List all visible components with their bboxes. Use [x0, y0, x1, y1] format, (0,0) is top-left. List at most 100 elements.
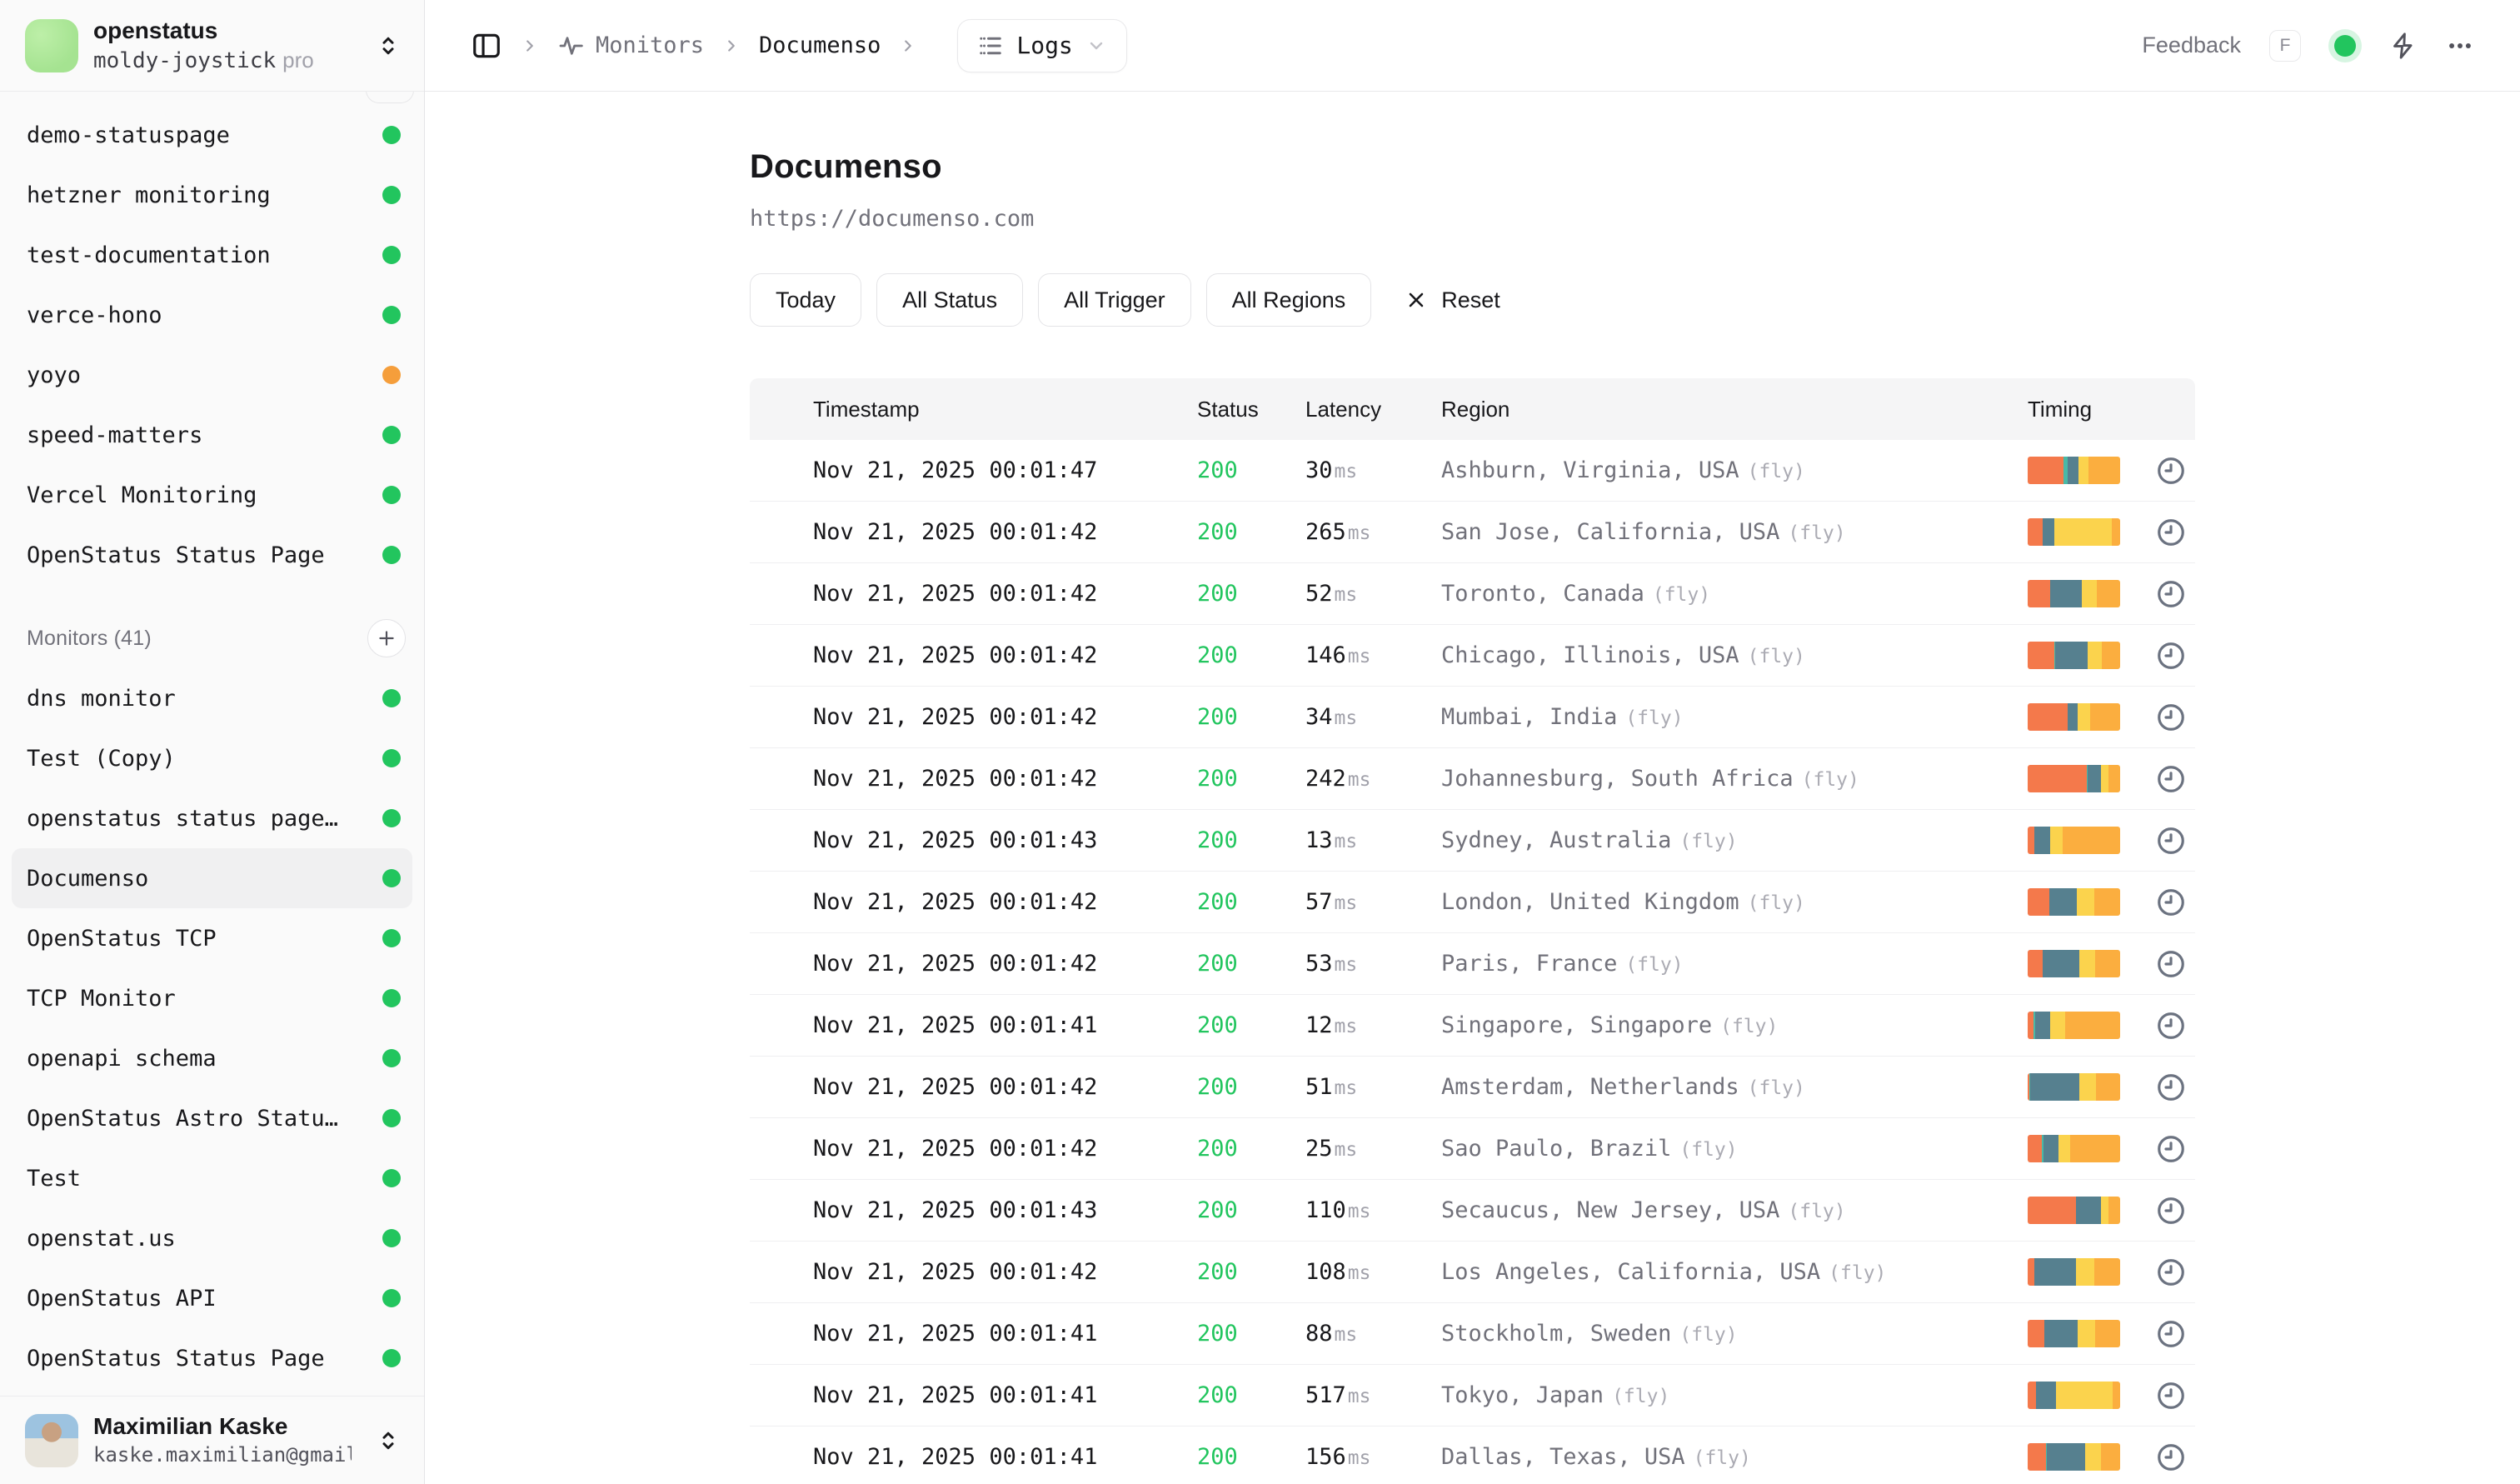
chevron-right-icon	[899, 37, 917, 55]
sidebar-item-monitor[interactable]: OpenStatus TCP	[12, 908, 412, 968]
latency-cell: 242ms	[1305, 766, 1441, 792]
sidebar-item-monitor[interactable]: openapi schema	[12, 1028, 412, 1088]
panel-left-icon	[471, 30, 502, 62]
sidebar-item-status-page[interactable]: Vercel Monitoring	[12, 465, 412, 525]
clock-icon[interactable]	[2120, 1442, 2195, 1473]
status-dot	[382, 186, 401, 204]
table-row[interactable]: Nov 21, 2025 00:01:42 200 53ms Paris, Fr…	[750, 933, 2195, 995]
breadcrumb-monitors[interactable]: Monitors	[596, 32, 704, 58]
clock-icon[interactable]	[2120, 887, 2195, 918]
region-cell: London, United Kingdom(fly)	[1441, 889, 2028, 915]
status-dot	[382, 366, 401, 384]
clock-icon[interactable]	[2120, 1318, 2195, 1350]
status-dot	[382, 809, 401, 827]
clock-icon[interactable]	[2120, 825, 2195, 857]
sidebar-item-monitor[interactable]: OpenStatus Status Page	[12, 1328, 412, 1388]
sidebar-item-monitor[interactable]: OpenStatus Astro Statu…	[12, 1088, 412, 1148]
sidebar-item-status-page[interactable]: test-documentation	[12, 225, 412, 285]
view-selector-logs[interactable]: Logs	[957, 19, 1126, 72]
sidebar-item-monitor[interactable]: openstat.us	[12, 1208, 412, 1268]
latency-cell: 25ms	[1305, 1136, 1441, 1162]
status-dot	[382, 546, 401, 564]
table-row[interactable]: Nov 21, 2025 00:01:42 200 51ms Amsterdam…	[750, 1057, 2195, 1118]
table-row[interactable]: Nov 21, 2025 00:01:41 200 517ms Tokyo, J…	[750, 1365, 2195, 1427]
workspace-switcher[interactable]: openstatus moldy-joystickpro	[0, 0, 424, 92]
timestamp-cell: Nov 21, 2025 00:01:42	[801, 889, 1197, 915]
clock-icon[interactable]	[2120, 455, 2195, 487]
clock-icon[interactable]	[2120, 1133, 2195, 1165]
clock-icon[interactable]	[2120, 1010, 2195, 1042]
sidebar-item-monitor[interactable]: dns monitor	[12, 668, 412, 728]
table-row[interactable]: Nov 21, 2025 00:01:42 200 34ms Mumbai, I…	[750, 687, 2195, 748]
sidebar-item-monitor[interactable]: Documenso	[12, 848, 412, 908]
status-filter-button[interactable]: All Status	[876, 273, 1023, 327]
clock-icon[interactable]	[2120, 640, 2195, 672]
table-row[interactable]: Nov 21, 2025 00:01:42 200 52ms Toronto, …	[750, 563, 2195, 625]
clock-icon[interactable]	[2120, 948, 2195, 980]
topbar-right: Feedback F	[2142, 30, 2474, 62]
region-cell: Secaucus, New Jersey, USA(fly)	[1441, 1197, 2028, 1223]
connection-status-dot	[2334, 35, 2356, 57]
clock-icon[interactable]	[2120, 1195, 2195, 1227]
clock-icon[interactable]	[2120, 702, 2195, 733]
timing-bar	[2028, 1197, 2120, 1224]
zap-icon[interactable]	[2389, 32, 2418, 60]
app-window: openstatus moldy-joystickpro demo-status…	[0, 0, 2520, 1484]
table-row[interactable]: Nov 21, 2025 00:01:42 200 265ms San Jose…	[750, 502, 2195, 563]
table-row[interactable]: Nov 21, 2025 00:01:42 200 25ms Sao Paulo…	[750, 1118, 2195, 1180]
table-row[interactable]: Nov 21, 2025 00:01:43 200 13ms Sydney, A…	[750, 810, 2195, 872]
sidebar-item-monitor[interactable]: TCP Monitor	[12, 968, 412, 1028]
region-cell: Dallas, Texas, USA(fly)	[1441, 1444, 2028, 1470]
clock-icon[interactable]	[2120, 1380, 2195, 1412]
table-row[interactable]: Nov 21, 2025 00:01:42 200 57ms London, U…	[750, 872, 2195, 933]
sidebar-toggle-button[interactable]	[471, 30, 502, 62]
latency-cell: 110ms	[1305, 1197, 1441, 1223]
sidebar-item-status-page[interactable]: yoyo	[12, 345, 412, 405]
sidebar-item-status-page[interactable]: demo-statuspage	[12, 105, 412, 165]
table-row[interactable]: Nov 21, 2025 00:01:42 200 108ms Los Ange…	[750, 1242, 2195, 1303]
table-row[interactable]: Nov 21, 2025 00:01:41 200 88ms Stockholm…	[750, 1303, 2195, 1365]
reset-filters-button[interactable]: Reset	[1386, 273, 1519, 327]
sidebar-item-monitor[interactable]: Test	[12, 1148, 412, 1208]
table-header-row: Timestamp Status Latency Region Timing	[750, 378, 2195, 440]
sidebar-scroll-area[interactable]: demo-statuspage hetzner monitoring test-…	[0, 92, 424, 1396]
status-dot	[382, 426, 401, 444]
sidebar-item-monitor[interactable]: openstatus status page…	[12, 788, 412, 848]
sidebar-item-status-page[interactable]: speed-matters	[12, 405, 412, 465]
table-row[interactable]: Nov 21, 2025 00:01:41 200 156ms Dallas, …	[750, 1427, 2195, 1484]
table-row[interactable]: Nov 21, 2025 00:01:43 200 110ms Secaucus…	[750, 1180, 2195, 1242]
status-cell: 200	[1197, 1259, 1305, 1285]
sidebar-item-status-page[interactable]: hetzner monitoring	[12, 165, 412, 225]
regions-filter-button[interactable]: All Regions	[1206, 273, 1372, 327]
table-row[interactable]: Nov 21, 2025 00:01:42 200 146ms Chicago,…	[750, 625, 2195, 687]
table-row[interactable]: Nov 21, 2025 00:01:41 200 12ms Singapore…	[750, 995, 2195, 1057]
sidebar-item-status-page[interactable]: OpenStatus Status Page	[12, 525, 412, 585]
clock-icon[interactable]	[2120, 1072, 2195, 1103]
sidebar-item-status-page[interactable]: verce-hono	[12, 285, 412, 345]
timing-bar	[2028, 518, 2120, 546]
user-menu[interactable]: Maximilian Kaske kaske.maximilian@gmail…	[0, 1396, 424, 1484]
latency-cell: 108ms	[1305, 1259, 1441, 1285]
clock-icon[interactable]	[2120, 763, 2195, 795]
sidebar-item-monitor[interactable]: OpenStatus API	[12, 1268, 412, 1328]
latency-cell: 53ms	[1305, 951, 1441, 977]
breadcrumb-documenso[interactable]: Documenso	[759, 32, 881, 58]
status-dot	[382, 929, 401, 947]
add-monitor-button[interactable]	[367, 619, 406, 657]
status-cell: 200	[1197, 889, 1305, 915]
latency-cell: 265ms	[1305, 519, 1441, 545]
feedback-link[interactable]: Feedback	[2142, 32, 2241, 58]
date-filter-button[interactable]: Today	[750, 273, 861, 327]
clock-icon[interactable]	[2120, 1257, 2195, 1288]
table-row[interactable]: Nov 21, 2025 00:01:42 200 242ms Johannes…	[750, 748, 2195, 810]
table-row[interactable]: Nov 21, 2025 00:01:47 200 30ms Ashburn, …	[750, 440, 2195, 502]
more-options-button[interactable]	[2446, 32, 2474, 60]
clock-icon[interactable]	[2120, 517, 2195, 548]
status-dot	[382, 749, 401, 767]
timestamp-cell: Nov 21, 2025 00:01:42	[801, 951, 1197, 977]
trigger-filter-button[interactable]: All Trigger	[1038, 273, 1191, 327]
sidebar-item-monitor[interactable]: Test (Copy)	[12, 728, 412, 788]
clock-icon[interactable]	[2120, 578, 2195, 610]
status-cell: 200	[1197, 457, 1305, 483]
x-icon	[1405, 288, 1428, 312]
